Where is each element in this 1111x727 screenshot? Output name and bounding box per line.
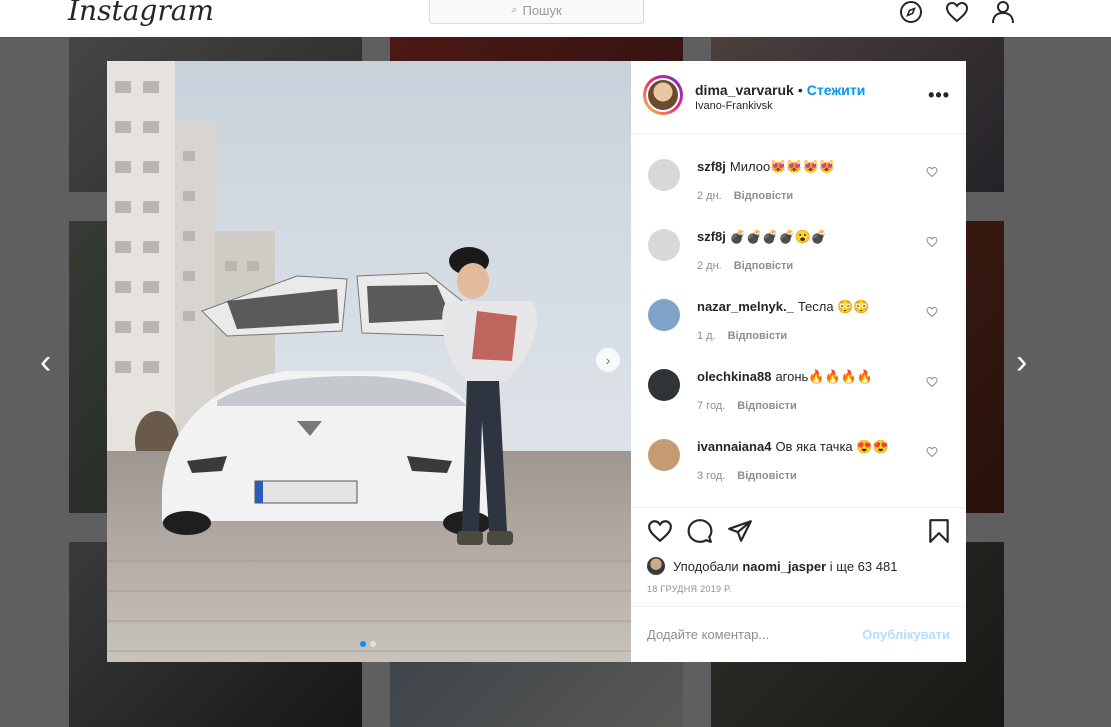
comment-text: Милоо😻😻😻😻 [729, 159, 835, 174]
search-icon: ⌕ [511, 3, 518, 16]
carousel-dot [370, 641, 376, 647]
carousel-dots [360, 641, 376, 647]
search-input[interactable]: ⌕ Пошук [429, 0, 644, 24]
comment-time[interactable]: 7 год. [697, 400, 725, 412]
like-heart-icon[interactable] [647, 518, 673, 544]
post-photo[interactable]: › [107, 61, 631, 662]
post-side-panel: dima_varvaruk • Стежити Ivano-Frankivsk ••… [631, 61, 966, 662]
comment-like-heart-icon[interactable] [926, 376, 938, 388]
comment-username[interactable]: nazar_melnyk._ [697, 299, 794, 314]
follow-button[interactable]: Стежити [807, 82, 866, 98]
reply-button[interactable]: Відповісти [728, 330, 787, 342]
nav-icons [899, 0, 1015, 24]
likes-prefix: Уподобали [673, 558, 739, 574]
likes-count[interactable]: і ще 63 481 [830, 559, 898, 574]
comment-time[interactable]: 3 год. [697, 470, 725, 482]
comment-username[interactable]: szf8j [697, 159, 726, 174]
comment-like-heart-icon[interactable] [926, 236, 938, 248]
post-actions: Уподобали naomi_jasper і ще 63 481 18 ГР… [631, 507, 966, 607]
username-link[interactable]: dima_varvaruk [695, 82, 794, 98]
add-comment-form: Додайте коментар... Опублікувати [631, 606, 966, 663]
comments-list[interactable]: szf8j Милоо😻😻😻😻 2 дн. Відповісти szf8j 💣💣💣💣… [631, 133, 966, 508]
photo-next-icon[interactable]: › [596, 348, 620, 372]
comment-avatar[interactable] [648, 159, 680, 191]
comment-time[interactable]: 2 дн. [697, 190, 722, 202]
heart-icon[interactable] [945, 0, 969, 24]
prev-post-arrow-icon[interactable]: ‹ [40, 345, 51, 379]
next-post-arrow-icon[interactable]: › [1016, 345, 1027, 379]
comment-item: ivannaiana4 Ов яка тачка 😍😍 3 год. Відпові… [631, 435, 966, 505]
reply-button[interactable]: Відповісти [737, 470, 796, 482]
comment-avatar[interactable] [648, 229, 680, 261]
comment-username[interactable]: szf8j [697, 229, 726, 244]
reply-button[interactable]: Відповісти [734, 190, 793, 202]
comment-avatar[interactable] [648, 439, 680, 471]
post-photo-image [107, 61, 631, 662]
post-header: dima_varvaruk • Стежити Ivano-Frankivsk ••… [631, 61, 966, 134]
comment-item: olechkina88 агонь🔥🔥🔥🔥 7 год. Відповісти [631, 365, 966, 435]
comment-text: агонь🔥🔥🔥🔥 [775, 369, 874, 384]
reply-button[interactable]: Відповісти [737, 400, 796, 412]
post-header-user: dima_varvaruk • Стежити [695, 82, 865, 98]
explore-icon[interactable] [899, 0, 923, 24]
comment-text: Ов яка тачка 😍😍 [775, 439, 889, 454]
more-options-icon[interactable]: ••• [928, 85, 950, 106]
comment-time[interactable]: 2 дн. [697, 260, 722, 272]
carousel-dot-active [360, 641, 366, 647]
comment-like-heart-icon[interactable] [926, 446, 938, 458]
instagram-logo[interactable]: Instagram [68, 0, 214, 27]
liker-username[interactable]: naomi_jasper [742, 559, 826, 574]
share-plane-icon[interactable] [727, 518, 753, 544]
search-placeholder: Пошук [522, 2, 562, 18]
liker-avatar[interactable] [647, 557, 665, 575]
comment-text: Тесла 😳😳 [797, 299, 870, 314]
post-date[interactable]: 18 ГРУДНЯ 2019 Р. [647, 584, 732, 594]
avatar[interactable] [643, 75, 683, 115]
profile-icon[interactable] [991, 0, 1015, 24]
header-separator: • [797, 82, 803, 98]
likes-summary: Уподобали naomi_jasper і ще 63 481 [647, 557, 897, 575]
comment-input[interactable]: Додайте коментар... [647, 627, 769, 642]
comment-item: szf8j Милоо😻😻😻😻 2 дн. Відповісти [631, 155, 966, 225]
comment-bubble-icon[interactable] [687, 518, 713, 544]
comment-username[interactable]: ivannaiana4 [697, 439, 771, 454]
comment-item: nazar_melnyk._ Тесла 😳😳 1 д. Відповісти [631, 295, 966, 365]
comment-like-heart-icon[interactable] [926, 166, 938, 178]
publish-button[interactable]: Опублікувати [862, 627, 950, 642]
comment-text: 💣💣💣💣😮💣 [729, 229, 828, 244]
comment-item: szf8j 💣💣💣💣😮💣 2 дн. Відповісти [631, 225, 966, 295]
location-link[interactable]: Ivano-Frankivsk [695, 100, 773, 112]
comment-avatar[interactable] [648, 299, 680, 331]
reply-button[interactable]: Відповісти [734, 260, 793, 272]
top-navbar: Instagram ⌕ Пошук [0, 0, 1111, 38]
comment-like-heart-icon[interactable] [926, 306, 938, 318]
comment-avatar[interactable] [648, 369, 680, 401]
save-bookmark-icon[interactable] [926, 518, 952, 544]
comment-time[interactable]: 1 д. [697, 330, 716, 342]
comment-username[interactable]: olechkina88 [697, 369, 771, 384]
